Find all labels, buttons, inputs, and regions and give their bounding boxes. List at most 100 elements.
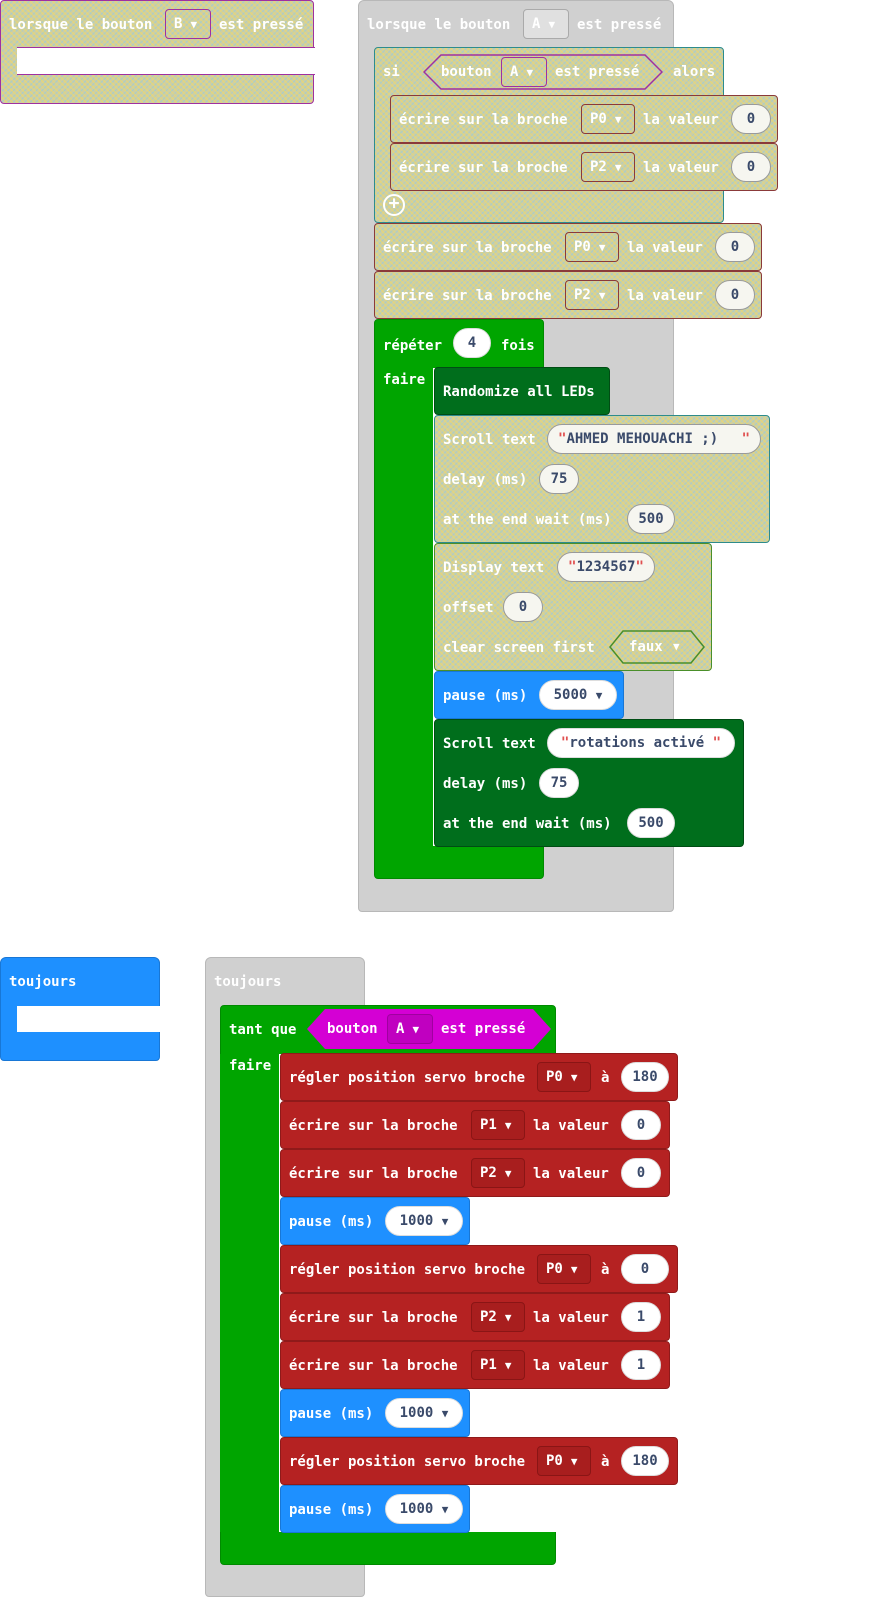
dropdown-value: P0 <box>546 1453 563 1469</box>
write-label: écrire sur la broche <box>399 160 568 176</box>
scroll-text-input[interactable]: "rotations activé " <box>547 728 735 758</box>
pin-dropdown[interactable]: P0 ▼ <box>537 1254 591 1284</box>
event-label-prefix: lorsque le bouton <box>367 17 511 33</box>
pin-dropdown[interactable]: P2 ▼ <box>565 280 619 310</box>
clear-screen-dropdown[interactable]: faux ▼ <box>609 630 705 664</box>
scroll-text-block[interactable]: Scroll text "AHMED MEHOUACHI ;) " delay (… <box>434 415 770 543</box>
write-label: écrire sur la broche <box>399 112 568 128</box>
caret-down-icon: ▼ <box>598 289 606 302</box>
pause-duration-dropdown[interactable]: 1000 ▼ <box>385 1206 463 1236</box>
caret-down-icon: ▼ <box>504 1359 512 1372</box>
servo-write-block[interactable]: régler position servo broche P0 ▼ à 180 <box>280 1437 678 1485</box>
scroll-text-block[interactable]: Scroll text "rotations activé " delay (m… <box>434 719 744 847</box>
servo-write-block[interactable]: régler position servo broche P0 ▼ à 180 <box>280 1053 678 1101</box>
value-label: la valeur <box>533 1166 609 1182</box>
caret-down-icon: ▼ <box>504 1167 512 1180</box>
caret-down-icon: ▼ <box>548 18 556 31</box>
then-label: alors <box>673 64 716 80</box>
button-dropdown[interactable]: A ▼ <box>501 57 547 87</box>
write-label: écrire sur la broche <box>289 1358 458 1374</box>
caret-down-icon: ▼ <box>441 1407 449 1420</box>
digital-write-block[interactable]: écrire sur la broche P2 ▼ la valeur 0 <box>374 271 762 319</box>
digital-write-block[interactable]: écrire sur la broche P1 ▼ la valeur 1 <box>280 1341 670 1389</box>
value-input[interactable]: 0 <box>621 1158 661 1188</box>
pin-dropdown[interactable]: P0 ▼ <box>581 104 635 134</box>
dropdown-value: P1 <box>480 1117 497 1133</box>
pin-dropdown[interactable]: P2 ▼ <box>471 1302 525 1332</box>
pin-dropdown[interactable]: P0 ▼ <box>537 1062 591 1092</box>
button-dropdown-a[interactable]: A ▼ <box>523 9 569 39</box>
on-button-b-event-block[interactable]: lorsque le bouton B ▼ est pressé <box>0 0 315 104</box>
to-label: à <box>601 1454 610 1470</box>
value-input[interactable]: 0 <box>715 280 755 310</box>
value-input[interactable]: 1 <box>621 1350 661 1380</box>
digital-write-block[interactable]: écrire sur la broche P0 ▼ la valeur 0 <box>374 223 762 271</box>
value-input[interactable]: 0 <box>621 1110 661 1140</box>
delay-label: delay (ms) <box>443 776 528 792</box>
pause-block[interactable]: pause (ms) 1000 ▼ <box>280 1485 470 1533</box>
plus-circle-icon: + <box>388 193 400 214</box>
caret-down-icon: ▼ <box>412 1023 420 1036</box>
if-label: si <box>383 64 400 80</box>
servo-write-block[interactable]: régler position servo broche P0 ▼ à 0 <box>280 1245 678 1293</box>
value-input[interactable]: 0 <box>731 152 771 182</box>
value-input[interactable]: 0 <box>715 232 755 262</box>
button-dropdown-b[interactable]: B ▼ <box>165 9 211 39</box>
dropdown-value: 1000 <box>399 1213 434 1229</box>
pause-label: pause (ms) <box>289 1214 374 1230</box>
delay-input[interactable]: 75 <box>539 768 579 798</box>
servo-label: régler position servo broche <box>289 1262 526 1278</box>
digital-write-block[interactable]: écrire sur la broche P1 ▼ la valeur 0 <box>280 1101 670 1149</box>
scroll-text-input[interactable]: "AHMED MEHOUACHI ;) " <box>547 424 761 454</box>
dropdown-value: P0 <box>546 1261 563 1277</box>
quote-close: " <box>741 431 750 447</box>
value-label: la valeur <box>533 1118 609 1134</box>
wait-input[interactable]: 500 <box>627 504 675 534</box>
value-label: la valeur <box>533 1310 609 1326</box>
pause-block[interactable]: pause (ms) 5000 ▼ <box>434 671 624 719</box>
text-value: rotations activé <box>569 735 705 751</box>
dropdown-value: P2 <box>480 1309 497 1325</box>
pause-duration-dropdown[interactable]: 1000 ▼ <box>385 1398 463 1428</box>
button-pressed-condition[interactable]: bouton A ▼ est pressé <box>307 1009 551 1049</box>
wait-label: at the end wait (ms) <box>443 512 612 528</box>
button-dropdown[interactable]: A ▼ <box>387 1014 433 1044</box>
pin-dropdown[interactable]: P2 ▼ <box>471 1158 525 1188</box>
digital-write-block[interactable]: écrire sur la broche P2 ▼ la valeur 0 <box>390 143 778 191</box>
value-label: la valeur <box>627 288 703 304</box>
angle-input[interactable]: 180 <box>621 1446 669 1476</box>
pin-dropdown[interactable]: P0 ▼ <box>565 232 619 262</box>
add-else-button[interactable]: + <box>383 194 405 216</box>
display-text-input[interactable]: "1234567" <box>557 552 655 582</box>
display-text-label: Display text <box>443 560 545 576</box>
angle-input[interactable]: 180 <box>621 1062 669 1092</box>
pin-dropdown[interactable]: P0 ▼ <box>537 1446 591 1476</box>
pin-dropdown[interactable]: P2 ▼ <box>581 152 635 182</box>
angle-input[interactable]: 0 <box>621 1254 669 1284</box>
caret-down-icon: ▼ <box>614 161 622 174</box>
dropdown-value: P2 <box>574 287 591 303</box>
caret-down-icon: ▼ <box>504 1119 512 1132</box>
forever-block-empty[interactable]: toujours <box>0 957 161 1061</box>
pause-label: pause (ms) <box>289 1406 374 1422</box>
wait-input[interactable]: 500 <box>627 808 675 838</box>
pin-dropdown[interactable]: P1 ▼ <box>471 1350 525 1380</box>
delay-input[interactable]: 75 <box>539 464 579 494</box>
pause-block[interactable]: pause (ms) 1000 ▼ <box>280 1389 470 1437</box>
button-pressed-condition[interactable]: bouton A ▼ est pressé <box>423 54 663 90</box>
digital-write-block[interactable]: écrire sur la broche P2 ▼ la valeur 1 <box>280 1293 670 1341</box>
digital-write-block[interactable]: écrire sur la broche P0 ▼ la valeur 0 <box>390 95 778 143</box>
pause-duration-dropdown[interactable]: 1000 ▼ <box>385 1494 463 1524</box>
pause-duration-dropdown[interactable]: 5000 ▼ <box>539 680 617 710</box>
offset-input[interactable]: 0 <box>503 592 543 622</box>
digital-write-block[interactable]: écrire sur la broche P2 ▼ la valeur 0 <box>280 1149 670 1197</box>
repeat-count-input[interactable]: 4 <box>453 328 491 358</box>
caret-down-icon: ▼ <box>595 689 603 702</box>
randomize-leds-block[interactable]: Randomize all LEDs <box>434 367 610 415</box>
value-input[interactable]: 0 <box>731 104 771 134</box>
value-input[interactable]: 1 <box>621 1302 661 1332</box>
do-label: faire <box>383 372 426 388</box>
display-text-block[interactable]: Display text "1234567" offset 0 clear sc… <box>434 543 712 671</box>
pin-dropdown[interactable]: P1 ▼ <box>471 1110 525 1140</box>
pause-block[interactable]: pause (ms) 1000 ▼ <box>280 1197 470 1245</box>
